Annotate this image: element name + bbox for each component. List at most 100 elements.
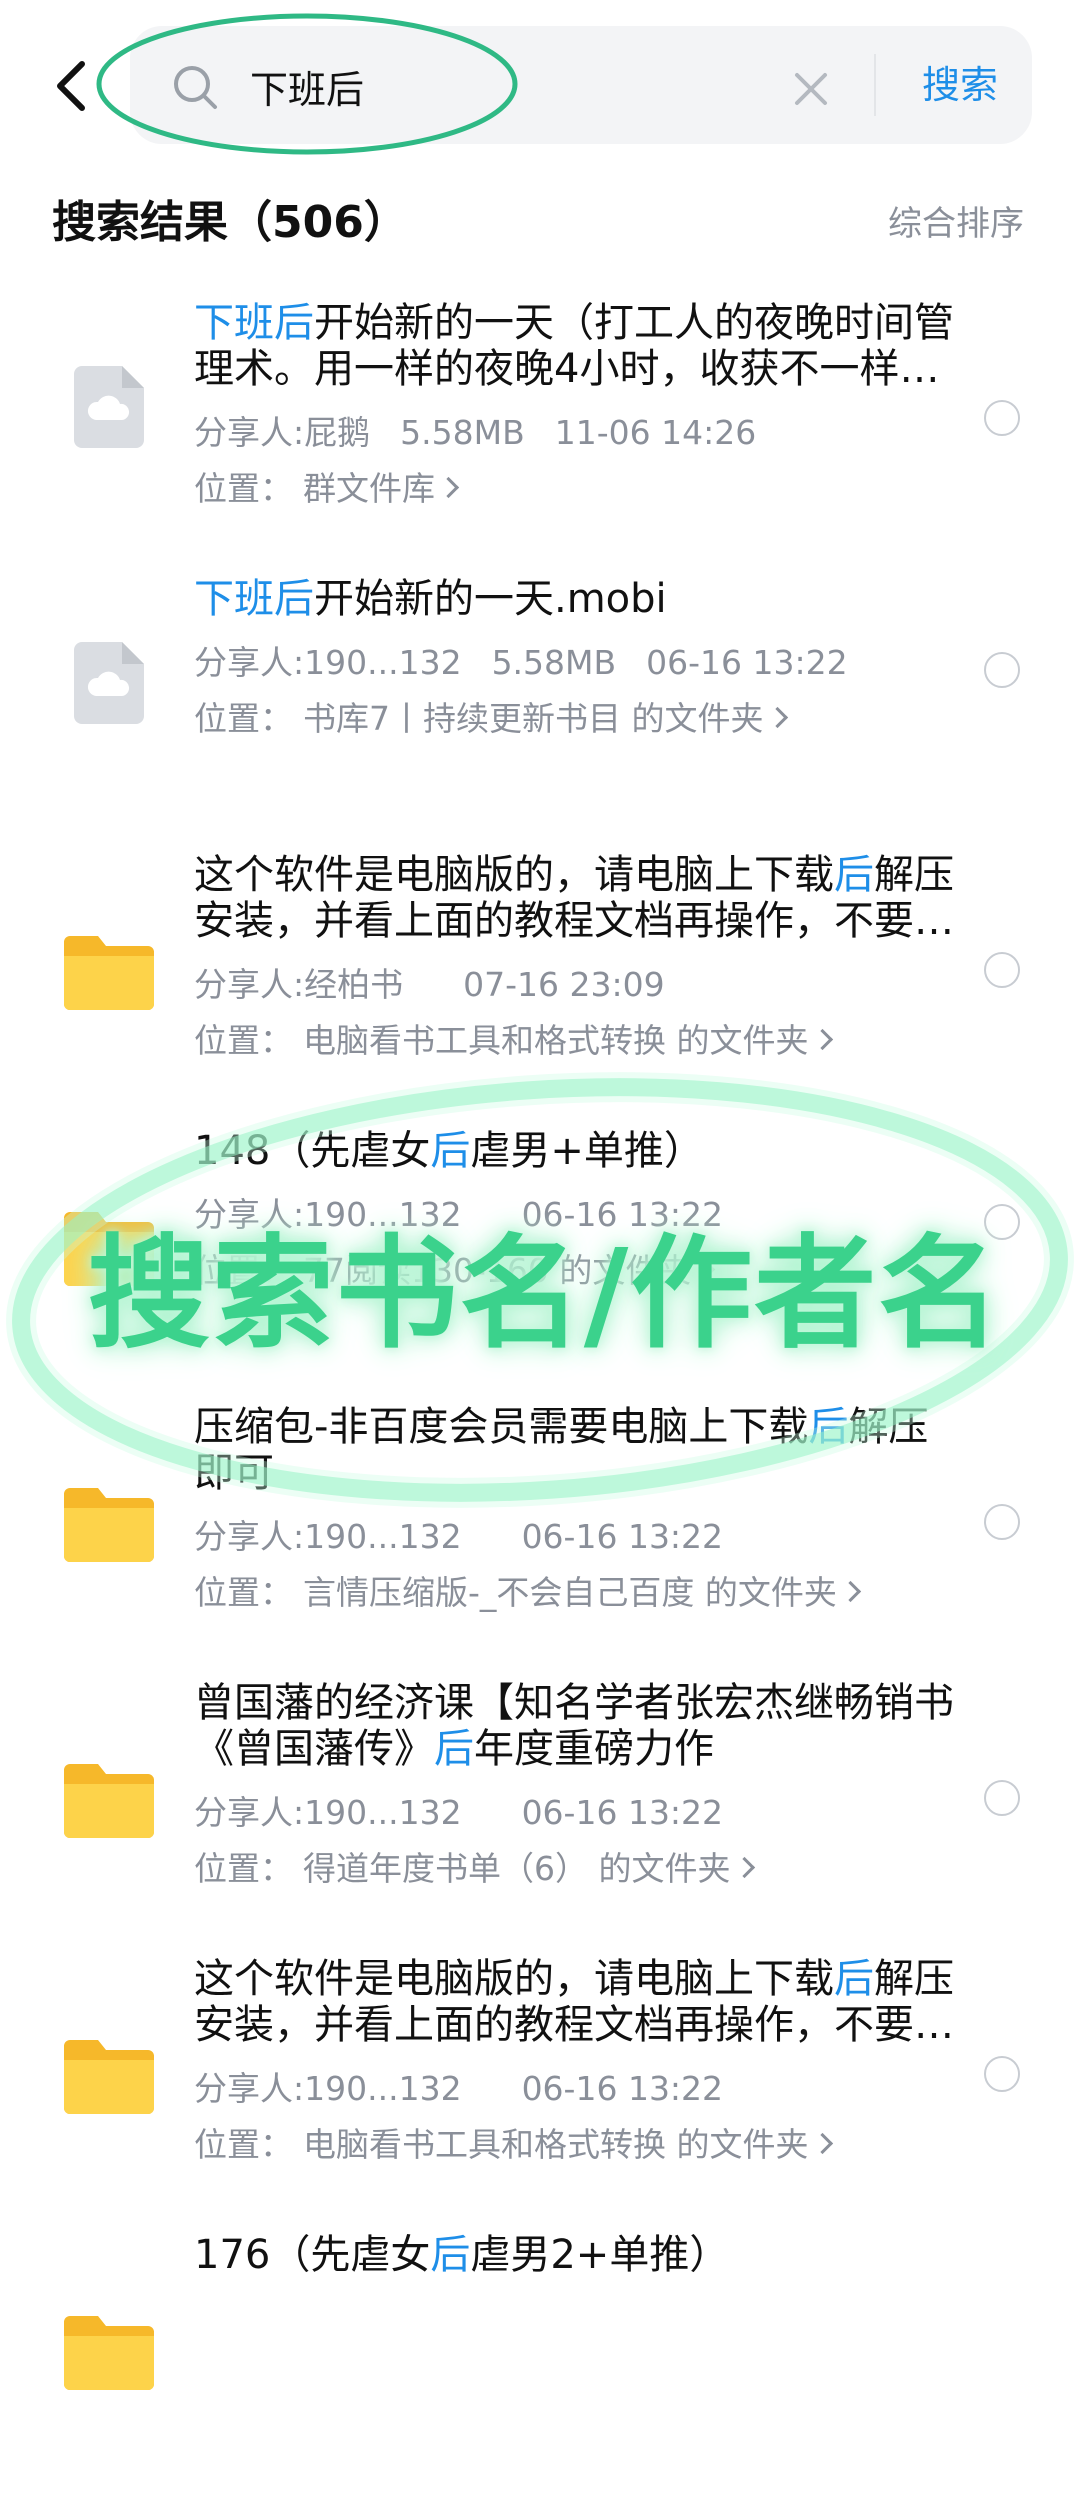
folder-icon [64, 1488, 154, 1562]
result-meta: 分享人:190...132 5.58MB 06-16 13:22 [194, 636, 974, 684]
title-text: 虐男2+单推） [470, 2232, 730, 2278]
folder-icon [64, 936, 154, 1010]
result-item[interactable]: 这个软件是电脑版的，请电脑上下载后解压安装，并看上面的教程文档再操作，不要… 分享… [0, 840, 1080, 1116]
location-path: 群文件库 [303, 469, 435, 508]
folder-icon [64, 2040, 154, 2114]
sharer-label: 分享人:190...132 [194, 643, 462, 682]
timestamp: 06-16 13:22 [521, 1793, 724, 1832]
location-path: 电脑看书工具和格式转换 的文件夹 [303, 2125, 809, 2164]
sharer-label: 分享人:190...132 [194, 1793, 462, 1832]
result-location[interactable]: 位置： 电脑看书工具和格式转换 的文件夹 [194, 2118, 974, 2166]
close-icon [795, 73, 827, 105]
results-title: 搜索结果（506） [52, 197, 408, 248]
search-input[interactable] [250, 56, 810, 116]
title-text: 压缩包-非百度会员需要电脑上下载 [194, 1404, 809, 1450]
result-item[interactable]: 压缩包-非百度会员需要电脑上下载后解压即可分享人:190...132 06-16 … [0, 1392, 1080, 1668]
result-title: 压缩包-非百度会员需要电脑上下载后解压即可 [194, 1404, 964, 1496]
result-title: 176（先虐女后虐男2+单推） [194, 2232, 964, 2278]
keyword-highlight: 下班后 [194, 300, 314, 346]
keyword-highlight: 后 [808, 1404, 849, 1450]
chevron-right-icon [437, 476, 460, 499]
results-list: 下班后开始新的一天（打工人的夜晚时间管理术。用一样的夜晚4小时，收获不一样… 分享… [0, 288, 1080, 2496]
chevron-right-icon [811, 1028, 833, 1051]
result-meta: 分享人:190...132 06-16 13:22 [194, 1510, 974, 1558]
keyword-highlight: 后 [430, 2232, 471, 2278]
file-size: 5.58MB [400, 413, 525, 452]
result-location[interactable]: 位置： 电脑看书工具和格式转换 的文件夹 [194, 1014, 974, 1062]
sharer-label: 分享人:屁鹅 [194, 413, 371, 452]
sort-button[interactable]: 综合排序 [888, 196, 1024, 245]
search-box[interactable]: 搜索 [130, 26, 1032, 144]
keyword-highlight: 后 [430, 1128, 471, 1174]
select-radio[interactable] [984, 400, 1020, 436]
result-item[interactable]: 下班后开始新的一天.mobi 分享人:190...132 5.58MB 06-16 1… [0, 564, 1080, 840]
back-button[interactable] [52, 56, 92, 116]
timestamp: 06-16 13:22 [521, 1195, 724, 1234]
location-prefix: 位置： [194, 1021, 293, 1060]
clear-search-button[interactable] [792, 70, 830, 108]
result-location[interactable]: 位置： 群文件库 [194, 462, 974, 510]
location-prefix: 位置： [194, 699, 293, 738]
location-path: 言情压缩版-_不会自己百度 的文件夹 [303, 1573, 837, 1612]
file-size: 5.58MB [491, 643, 617, 682]
keyword-highlight: 后 [834, 852, 874, 898]
location-prefix: 位置： [194, 1251, 293, 1290]
sharer-label: 分享人:190...132 [194, 2069, 462, 2108]
result-meta: 分享人:屁鹅 5.58MB 11-06 14:26 [194, 406, 974, 454]
chevron-left-icon [57, 61, 85, 111]
result-title: 这个软件是电脑版的，请电脑上下载后解压安装，并看上面的教程文档再操作，不要… [194, 852, 964, 944]
chevron-right-icon [694, 1258, 716, 1281]
result-meta: 分享人:经柏书 07-16 23:09 [194, 958, 974, 1006]
title-text: 开始新的一天.mobi [314, 576, 667, 622]
select-radio[interactable] [984, 952, 1020, 988]
folder-icon [64, 2316, 154, 2390]
result-meta: 分享人:190...132 06-16 13:22 [194, 1188, 974, 1236]
result-title: 曾国藩的经济课【知名学者张宏杰继畅销书《曾国藩传》后年度重磅力作 [194, 1680, 964, 1772]
location-prefix: 位置： [194, 2125, 293, 2164]
result-item[interactable]: 176（先虐女后虐男2+单推） [0, 2220, 1080, 2496]
timestamp: 06-16 13:22 [521, 2069, 724, 2108]
chevron-right-icon [839, 1580, 862, 1603]
title-text: 这个软件是电脑版的，请电脑上下载 [194, 1956, 834, 2002]
location-path: 得道年度书单（6） 的文件夹 [303, 1849, 731, 1888]
result-item[interactable]: 148（先虐女后虐男+单推） 分享人:190...132 06-16 13:22 位置… [0, 1116, 1080, 1392]
search-divider [874, 54, 876, 116]
location-prefix: 位置： [194, 469, 293, 508]
result-item[interactable]: 下班后开始新的一天（打工人的夜晚时间管理术。用一样的夜晚4小时，收获不一样… 分享… [0, 288, 1080, 564]
result-location[interactable]: 位置： 言情压缩版-_不会自己百度 的文件夹 [194, 1566, 974, 1614]
title-text: 这个软件是电脑版的，请电脑上下载 [194, 852, 834, 898]
select-radio[interactable] [984, 1204, 1020, 1240]
result-title: 148（先虐女后虐男+单推） [194, 1128, 964, 1174]
select-radio[interactable] [984, 2056, 1020, 2092]
result-location[interactable]: 位置： 77阅读130-160 的文件夹 [194, 1244, 974, 1292]
title-text: 148（先虐女 [194, 1128, 431, 1174]
location-path: 电脑看书工具和格式转换 的文件夹 [303, 1021, 809, 1060]
timestamp: 11-06 14:26 [554, 413, 757, 452]
result-item[interactable]: 曾国藩的经济课【知名学者张宏杰继畅销书《曾国藩传》后年度重磅力作分享人:190.… [0, 1668, 1080, 1944]
sharer-label: 分享人:190...132 [194, 1195, 462, 1234]
timestamp: 06-16 13:22 [646, 643, 848, 682]
select-radio[interactable] [984, 1504, 1020, 1540]
select-radio[interactable] [984, 1780, 1020, 1816]
title-text: 虐男+单推） [470, 1128, 704, 1174]
result-location[interactable]: 位置： 书库7丨持续更新书目 的文件夹 [194, 692, 974, 740]
keyword-highlight: 下班后 [194, 576, 314, 622]
result-title: 下班后开始新的一天.mobi [194, 576, 964, 622]
folder-icon [64, 1764, 154, 1838]
keyword-highlight: 后 [434, 1726, 474, 1772]
cloud-file-icon [74, 642, 144, 724]
keyword-highlight: 后 [834, 1956, 874, 2002]
result-meta: 分享人:190...132 06-16 13:22 [194, 1786, 974, 1834]
search-submit-button[interactable]: 搜索 [900, 52, 1020, 118]
chevron-right-icon [811, 2132, 833, 2155]
search-header: 搜索 [0, 0, 1080, 170]
chevron-right-icon [766, 706, 788, 729]
folder-icon [64, 1212, 154, 1286]
cloud-file-icon [74, 366, 144, 448]
select-radio[interactable] [984, 652, 1020, 688]
result-location[interactable]: 位置： 得道年度书单（6） 的文件夹 [194, 1842, 974, 1890]
chevron-right-icon [733, 1856, 755, 1879]
location-path: 书库7丨持续更新书目 的文件夹 [303, 699, 764, 738]
location-path: 77阅读130-160 的文件夹 [303, 1251, 692, 1290]
result-title: 下班后开始新的一天（打工人的夜晚时间管理术。用一样的夜晚4小时，收获不一样… [194, 300, 964, 392]
